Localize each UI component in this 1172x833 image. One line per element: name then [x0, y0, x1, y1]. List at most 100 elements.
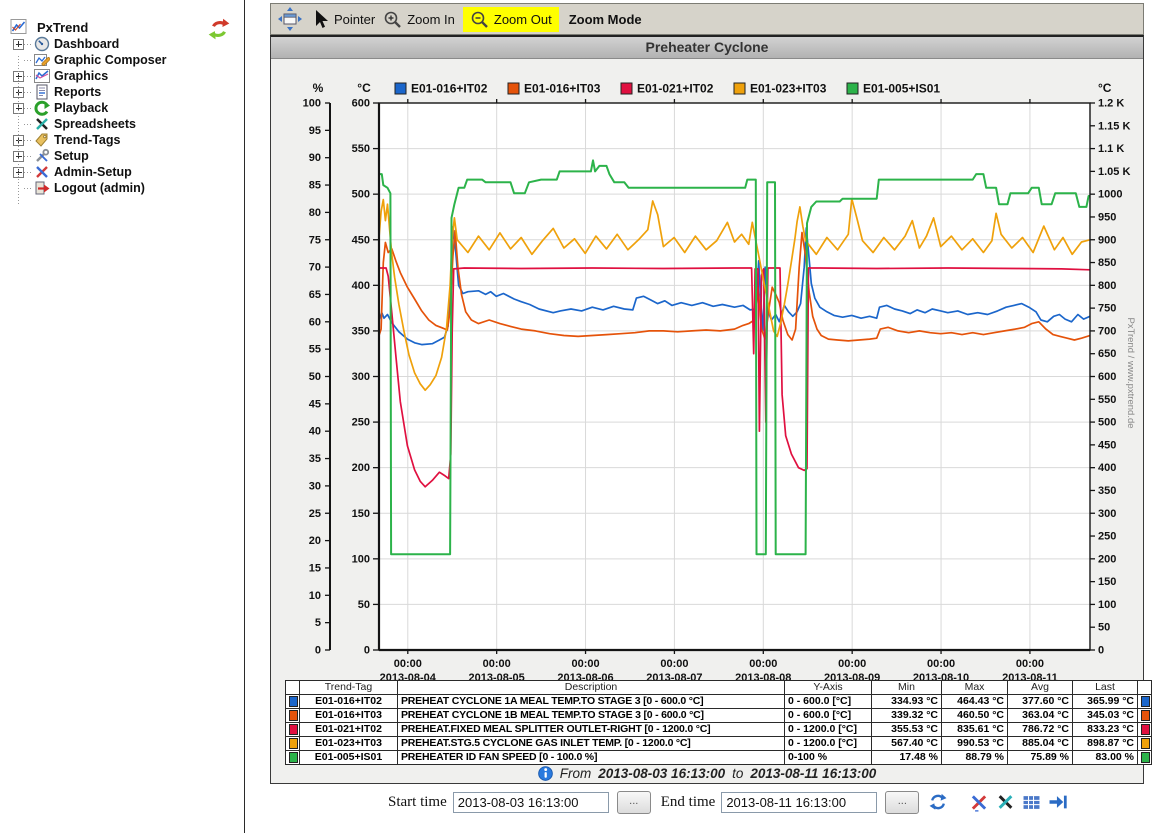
sidebar-item-logout-admin[interactable]: Logout (admin) [0, 180, 244, 196]
go-to-end-icon[interactable] [1048, 793, 1068, 811]
svg-text:600: 600 [1098, 371, 1116, 383]
svg-text:15: 15 [309, 562, 321, 574]
svg-text:300: 300 [352, 371, 370, 383]
svg-text:10: 10 [309, 590, 321, 602]
zoom-in-button[interactable]: Zoom In [383, 10, 455, 29]
svg-text:00:00: 00:00 [571, 658, 599, 670]
svg-text:00:00: 00:00 [838, 658, 866, 670]
table-row[interactable]: E01-005+IS01PREHEATER ID FAN SPEED [0 - … [286, 751, 1152, 765]
svg-text:95: 95 [309, 125, 321, 137]
tree-expander-icon[interactable] [13, 39, 24, 50]
sidebar-item-label: Reports [54, 85, 101, 99]
refresh-icon[interactable] [929, 793, 947, 811]
svg-text:0: 0 [315, 645, 321, 657]
svg-text:75: 75 [309, 234, 321, 246]
dashboard-icon [33, 36, 50, 52]
svg-text:1.05 K: 1.05 K [1098, 166, 1130, 178]
cell-last: 833.23 °C [1073, 723, 1138, 737]
series-E01-016+IT02 [379, 227, 1090, 345]
series-E01-021+IT02 [379, 268, 1090, 487]
row-color-swatch [286, 695, 300, 709]
svg-text:50: 50 [1098, 622, 1110, 634]
sidebar-item-playback[interactable]: Playback [0, 100, 244, 116]
row-color-swatch [1138, 709, 1152, 723]
svg-text:E01-023+IT03: E01-023+IT03 [750, 82, 827, 96]
svg-text:00:00: 00:00 [927, 658, 955, 670]
zoom-out-icon [470, 10, 489, 29]
sidebar: PxTrend DashboardGraphic ComposerGraphic… [0, 0, 245, 833]
svg-text:5: 5 [315, 617, 321, 629]
legend-item[interactable]: E01-021+IT02 [621, 82, 714, 96]
cell-trend-tag: E01-021+IT02 [300, 723, 398, 737]
sidebar-item-graphic-composer[interactable]: Graphic Composer [0, 52, 244, 68]
legend-item[interactable]: E01-016+IT03 [508, 82, 601, 96]
svg-text:65: 65 [309, 289, 321, 301]
end-time-input[interactable] [721, 792, 877, 813]
svg-text:150: 150 [1098, 576, 1116, 588]
svg-text:40: 40 [309, 426, 321, 438]
svg-text:250: 250 [1098, 531, 1116, 543]
sidebar-refresh-icon[interactable] [208, 18, 230, 40]
svg-text:50: 50 [309, 371, 321, 383]
table-row[interactable]: E01-021+IT02PREHEAT.FIXED MEAL SPLITTER … [286, 723, 1152, 737]
sidebar-item-label: Graphics [54, 69, 108, 83]
sidebar-item-trend-tags[interactable]: Trend-Tags [0, 132, 244, 148]
excel-export-icon[interactable] [996, 793, 1015, 811]
cell-avg: 377.60 °C [1008, 695, 1073, 709]
pan-icon[interactable] [277, 6, 303, 32]
data-grid-icon[interactable] [1022, 794, 1041, 811]
svg-text:50: 50 [358, 599, 370, 611]
time-range-info: From 2013-08-03 16:13:00 to 2013-08-11 1… [271, 766, 1143, 781]
end-time-browse-button[interactable]: ... [885, 791, 919, 814]
table-header-max: Max [942, 681, 1008, 695]
cell-trend-tag: E01-016+IT02 [300, 695, 398, 709]
trend-chart[interactable]: 0510152025303540455055606570758085909510… [271, 58, 1143, 698]
info-icon [538, 766, 553, 781]
series-E01-023+IT03 [379, 199, 1090, 391]
zoom-out-button[interactable]: Zoom Out [463, 7, 559, 32]
table-header-swatch [286, 681, 300, 695]
svg-text:550: 550 [1098, 394, 1116, 406]
series-E01-005+IS01 [379, 160, 1090, 554]
svg-text:25: 25 [309, 508, 321, 520]
start-time-browse-button[interactable]: ... [617, 791, 651, 814]
svg-text:700: 700 [1098, 325, 1116, 337]
legend-item[interactable]: E01-005+IS01 [847, 82, 940, 96]
chart-plot-area[interactable] [379, 103, 1090, 650]
sidebar-item-setup[interactable]: Setup [0, 148, 244, 164]
svg-text:E01-016+IT02: E01-016+IT02 [411, 82, 488, 96]
admin-icon [33, 164, 50, 180]
cell-y-axis: 0 - 600.0 [°C] [785, 695, 872, 709]
row-color-swatch [1138, 737, 1152, 751]
svg-text:800: 800 [1098, 280, 1116, 292]
table-header-min: Min [872, 681, 942, 695]
y-axis-percent: 0510152025303540455055606570758085909510… [303, 81, 330, 657]
sidebar-item-graphics[interactable]: Graphics [0, 68, 244, 84]
gridlines [379, 103, 1090, 650]
svg-text:200: 200 [1098, 553, 1116, 565]
zoom-in-label: Zoom In [407, 12, 455, 27]
cell-min: 17.48 % [872, 751, 942, 765]
legend-item[interactable]: E01-023+IT03 [734, 82, 827, 96]
sidebar-item-reports[interactable]: Reports [0, 84, 244, 100]
table-row[interactable]: E01-023+IT03PREHEAT.STG.5 CYCLONE GAS IN… [286, 737, 1152, 751]
pointer-tool-button[interactable]: Pointer [311, 9, 375, 29]
end-time-label: End time [661, 794, 716, 811]
table-row[interactable]: E01-016+IT02PREHEAT CYCLONE 1A MEAL TEMP… [286, 695, 1152, 709]
svg-text:1.15 K: 1.15 K [1098, 120, 1130, 132]
svg-text:200: 200 [352, 462, 370, 474]
svg-text:20: 20 [309, 535, 321, 547]
table-row[interactable]: E01-016+IT03PREHEAT CYCLONE 1B MEAL TEMP… [286, 709, 1152, 723]
cell-last: 898.87 °C [1073, 737, 1138, 751]
sidebar-item-admin-setup[interactable]: Admin-Setup [0, 164, 244, 180]
sidebar-item-label: Setup [54, 149, 89, 163]
pxtrend-logo-icon [10, 19, 27, 35]
legend-item[interactable]: E01-016+IT02 [395, 82, 488, 96]
cell-trend-tag: E01-016+IT03 [300, 709, 398, 723]
start-time-input[interactable] [453, 792, 609, 813]
cell-min: 334.93 °C [872, 695, 942, 709]
chart-legend: E01-016+IT02 E01-016+IT03 E01-021+IT02 E01-… [395, 82, 940, 96]
cell-min: 355.53 °C [872, 723, 942, 737]
setup-tools-icon[interactable] [969, 793, 989, 812]
sidebar-item-spreadsheets[interactable]: Spreadsheets [0, 116, 244, 132]
